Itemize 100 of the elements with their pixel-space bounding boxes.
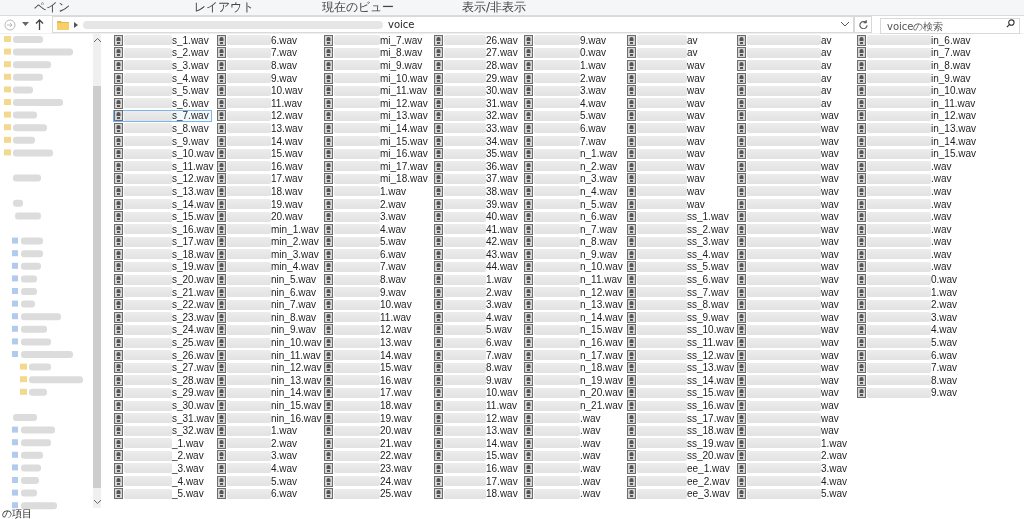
file-item[interactable]: s_16.wav [113,222,218,236]
file-item[interactable]: in_8.wav [856,59,974,72]
file-item[interactable]: min_1.wav [216,222,322,236]
file-item[interactable]: wav [736,424,842,437]
file-item[interactable]: 2.wav [856,298,961,312]
file-item[interactable]: wav [736,197,842,211]
file-item[interactable]: s_12.wav [113,172,218,186]
file-item[interactable]: av [626,46,701,60]
file-item[interactable]: wav [736,311,842,324]
file-item[interactable]: 14.wav [216,134,306,148]
file-item[interactable]: 35.wav [433,147,521,160]
file-item[interactable]: wav [736,147,842,160]
file-item[interactable]: ss_6.wav [626,273,732,286]
file-item[interactable]: mi_9.wav [323,59,426,72]
file-item[interactable]: 17.wav [216,172,306,186]
file-item[interactable]: 16.wav [323,374,415,387]
file-item[interactable]: wav [736,411,842,425]
file-item[interactable]: 36.wav [433,159,521,173]
file-item[interactable]: 9.wav [216,71,301,85]
file-item[interactable]: s_25.wav [113,336,218,349]
file-item[interactable]: in_12.wav [856,109,980,123]
file-item[interactable]: mi_14.wav [323,122,431,135]
file-item[interactable]: 0.wav [523,46,610,60]
file-item[interactable]: 5.wav [216,474,301,488]
file-item[interactable]: 11.wav [323,311,414,324]
file-item[interactable]: 11.wav [433,399,520,412]
file-item[interactable]: ss_19.wav [626,437,738,450]
file-item[interactable]: in_15.wav [856,147,980,160]
file-item[interactable]: s_18.wav [113,248,218,261]
file-item[interactable]: 28.wav [433,59,521,72]
file-item[interactable]: n_12.wav [523,285,626,299]
file-item[interactable]: wav [626,197,708,211]
file-item[interactable]: n_10.wav [523,260,626,274]
file-item[interactable]: wav [626,134,708,148]
file-item[interactable]: 23.wav [323,462,415,475]
file-item[interactable]: wav [736,323,842,337]
file-item[interactable]: 18.wav [433,487,521,500]
file-item[interactable]: s_28.wav [113,374,218,387]
file-item[interactable]: 10.wav [323,298,415,312]
file-item[interactable]: s_4.wav [113,71,212,85]
file-item[interactable]: 6.wav [523,122,610,135]
file-item[interactable]: s_8.wav [113,122,212,135]
file-item[interactable]: .wav [523,462,604,475]
file-item[interactable]: min_3.wav [216,248,322,261]
file-item[interactable]: wav [736,298,842,312]
ribbon-group-label[interactable]: 表示/非表示 [462,0,622,15]
file-item[interactable]: _4.wav [113,474,207,488]
file-item[interactable]: wav [626,159,708,173]
file-item[interactable]: 3.wav [523,84,610,97]
file-item[interactable]: 1.wav [216,424,301,437]
file-item[interactable]: n_19.wav [523,374,626,387]
file-item[interactable]: mi_12.wav [323,96,431,110]
file-item[interactable]: s_14.wav [113,197,218,211]
file-item[interactable]: 7.wav [216,46,301,60]
file-item[interactable]: n_14.wav [523,311,626,324]
file-item[interactable]: .wav [856,185,955,198]
file-item[interactable]: n_3.wav [523,172,621,186]
file-item[interactable]: wav [736,134,842,148]
file-item[interactable]: 10.wav [216,84,306,97]
file-item[interactable]: nin_11.wav [216,348,324,362]
file-item[interactable]: mi_18.wav [323,172,431,186]
file-item[interactable]: in_14.wav [856,134,980,148]
ribbon-group-label[interactable]: レイアウト [194,0,322,15]
file-item[interactable]: 27.wav [433,46,521,60]
file-item[interactable]: wav [736,285,842,299]
file-item[interactable]: nin_9.wav [216,323,320,337]
file-item[interactable]: .wav [523,437,604,450]
file-item[interactable]: wav [736,273,842,286]
file-item[interactable]: ss_17.wav [626,411,738,425]
file-item[interactable]: s_3.wav [113,59,212,72]
file-item[interactable]: s_10.wav [113,147,218,160]
file-item[interactable]: mi_7.wav [323,34,426,47]
file-item[interactable]: _3.wav [113,462,207,475]
file-item[interactable]: wav [626,122,708,135]
scroll-down-icon[interactable] [93,500,101,504]
file-item[interactable]: wav [736,361,842,375]
refresh-button[interactable] [854,16,872,33]
file-item[interactable]: _5.wav [113,487,207,500]
file-item[interactable]: _2.wav [113,449,207,463]
file-item[interactable]: 31.wav [433,96,521,110]
file-item[interactable]: s_7.wav [113,109,212,123]
file-item[interactable]: 4.wav [433,311,516,324]
file-item[interactable]: 3.wav [433,298,516,312]
file-item[interactable]: in_6.wav [856,34,974,47]
file-item[interactable]: s_15.wav [113,210,218,223]
file-item[interactable]: mi_10.wav [323,71,431,85]
file-item[interactable]: 5.wav [523,109,610,123]
file-item[interactable]: 29.wav [433,71,521,85]
up-arrow-icon[interactable] [35,19,44,30]
file-item[interactable]: ss_16.wav [626,399,738,412]
file-item[interactable]: 2.wav [433,285,516,299]
file-item[interactable]: av [736,96,835,110]
file-item[interactable]: av [736,34,835,47]
file-item[interactable]: 12.wav [323,323,415,337]
file-item[interactable]: n_18.wav [523,361,626,375]
file-item[interactable]: 24.wav [323,474,415,488]
file-item[interactable]: 14.wav [433,437,521,450]
file-item[interactable]: n_2.wav [523,159,621,173]
path-segment[interactable]: voice [388,19,415,30]
search-field[interactable]: voiceの検索 [880,18,1020,35]
